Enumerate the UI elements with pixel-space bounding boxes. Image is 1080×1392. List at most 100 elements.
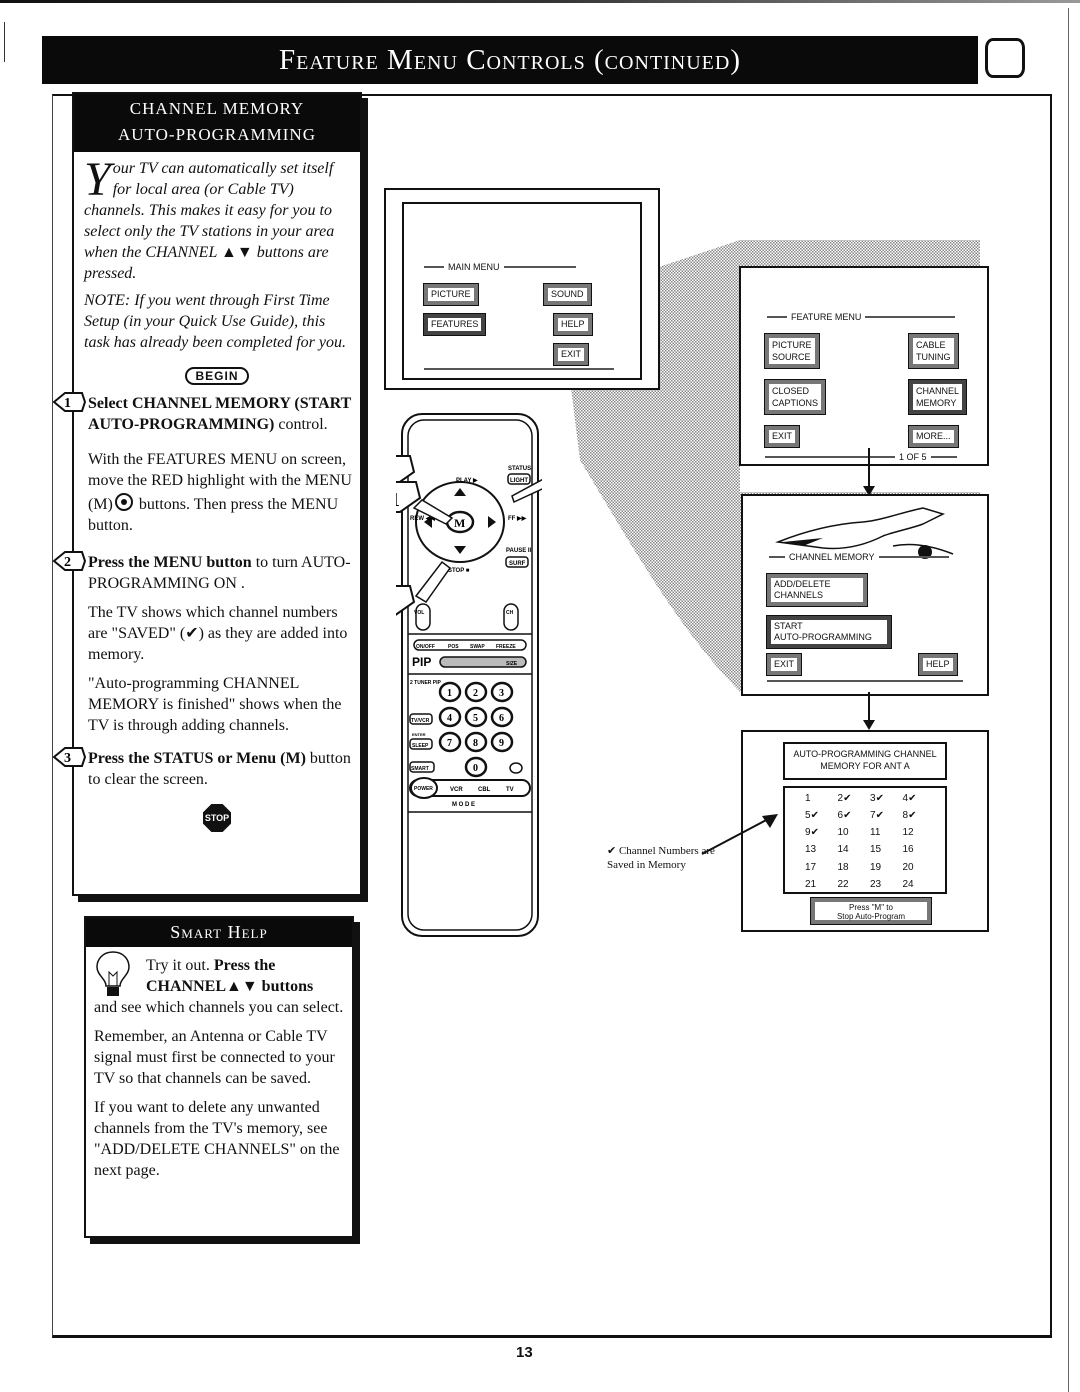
digit-label: 9: [499, 738, 504, 749]
channel-cell: 12: [902, 827, 914, 839]
smart-help-p2: Remember, an Antenna or Cable TV signal …: [94, 1028, 335, 1087]
channel-cell: 20: [902, 861, 914, 873]
svg-text:2: 2: [64, 555, 71, 570]
main-menu-title: MAIN MENU: [424, 262, 576, 272]
step-1-detail: With the FEATURES MENU on screen, move t…: [88, 451, 352, 534]
channel-cell: 16: [902, 844, 914, 856]
channel-cell: 2✔: [837, 793, 852, 804]
digit-label: 1: [447, 688, 452, 699]
svg-text:CBL: CBL: [478, 787, 491, 793]
stop-auto-program-button[interactable]: Press "M" to Stop Auto-Program: [810, 897, 932, 925]
menu-button-sound[interactable]: SOUND: [543, 283, 592, 306]
page-edge-rule: [1068, 8, 1069, 1392]
channel-grid: 1 2✔ 3✔ 4✔ 5✔ 6✔ 7✔ 8✔ 9✔ 10 11 12 13 14 15 16 17 18 19 20 2…: [783, 786, 947, 894]
step-1-rest: control.: [274, 416, 328, 433]
main-menu-screen: MAIN MENU PICTURE SOUND FEATURES HELP EX…: [384, 188, 660, 390]
channel-memory-title: CHANNEL MEMORY: [769, 552, 949, 562]
page-title-bar: Feature Menu Controls (continued): [42, 36, 978, 84]
menu-button-start-auto-programming[interactable]: START AUTO-PROGRAMMING: [766, 615, 892, 649]
menu-button-channel-memory[interactable]: CHANNEL MEMORY: [907, 379, 968, 415]
check-icon: ✔: [908, 793, 917, 804]
smart-help-heading: Smart Help: [86, 918, 352, 947]
digit-label: 0: [473, 763, 478, 774]
menu-button-exit[interactable]: EXIT: [552, 343, 590, 366]
menu-divider: [424, 368, 614, 370]
feature-menu-title: FEATURE MENU: [767, 312, 956, 322]
menu-button-picture[interactable]: PICTURE: [423, 283, 479, 306]
svg-text:STATUS: STATUS: [508, 466, 531, 472]
menu-divider: [767, 680, 963, 682]
svg-text:POS: POS: [448, 644, 459, 650]
svg-text:STOP ■: STOP ■: [448, 568, 470, 574]
channel-cell: 23: [870, 878, 882, 890]
svg-text:FREEZE: FREEZE: [496, 644, 516, 650]
channel-cell: 7✔: [870, 810, 884, 822]
page-number: 13: [516, 1344, 533, 1361]
channel-cell: 24: [902, 878, 914, 890]
digit-label: 2: [473, 688, 478, 699]
svg-text:TV/VCR: TV/VCR: [411, 718, 430, 724]
menu-button-closed-captions[interactable]: CLOSED CAPTIONS: [763, 379, 827, 415]
svg-text:SURF: SURF: [509, 561, 526, 567]
menu-button-add-delete[interactable]: ADD/DELETE CHANNELS: [766, 573, 868, 607]
svg-text:SMART: SMART: [411, 766, 429, 772]
channel-cell: 18: [837, 861, 849, 873]
channel-cell: 17: [805, 861, 817, 873]
digit-label: 4: [447, 713, 452, 724]
top-rule: [0, 0, 1080, 3]
menu-button-help[interactable]: HELP: [918, 653, 958, 676]
svg-text:1: 1: [64, 396, 71, 411]
svg-text:LIGHT: LIGHT: [510, 478, 528, 484]
setup-note: NOTE: If you went through First Time Set…: [84, 292, 347, 351]
panel-heading-line2: AUTO-PROGRAMMING: [118, 125, 316, 144]
intro-body: our TV can automatically set itself for …: [84, 160, 335, 282]
menu-button-exit[interactable]: EXIT: [765, 653, 803, 676]
step-2-detail2: "Auto-programming CHANNEL MEMORY is fini…: [88, 675, 342, 734]
svg-text:CH: CH: [506, 610, 514, 616]
check-icon: ✔: [875, 793, 884, 804]
vol-button[interactable]: [415, 603, 431, 631]
menu-button-cable-tuning[interactable]: CABLE TUNING: [908, 333, 959, 369]
tv-screen-icon: [985, 38, 1025, 78]
svg-text:PIP: PIP: [412, 655, 431, 669]
check-icon: ✔: [810, 827, 819, 839]
step-number-icon: 1: [52, 391, 87, 413]
check-icon: ✔: [908, 810, 917, 822]
channel-cell: 13: [805, 844, 817, 856]
menu-button-exit[interactable]: EXIT: [763, 425, 801, 448]
svg-text:VCR: VCR: [450, 787, 463, 793]
panel-heading: CHANNEL MEMORY AUTO-PROGRAMMING: [74, 94, 360, 152]
flow-arrow: [868, 448, 870, 490]
drop-cap: Y: [84, 153, 111, 206]
saved-channels-note: ✔ Channel Numbers are Saved in Memory: [607, 845, 715, 871]
channel-cell: 21: [805, 878, 817, 890]
step-3-heading: Press the STATUS or Menu (M): [88, 750, 306, 767]
step-3: 3 Press the STATUS or Menu (M) button to…: [52, 747, 360, 790]
menu-button-features[interactable]: FEATURES: [422, 313, 487, 336]
svg-text:PAUSE II: PAUSE II: [506, 548, 532, 554]
menu-button-help[interactable]: HELP: [553, 313, 593, 336]
menu-button-picture-source[interactable]: PICTURE SOURCE: [764, 333, 820, 369]
feature-menu-page: 1 OF 5: [765, 452, 957, 462]
digit-label: 3: [499, 688, 504, 699]
left-mark: [4, 22, 5, 62]
check-icon: ✔: [875, 810, 884, 822]
begin-badge: BEGIN: [185, 367, 249, 385]
svg-text:SLEEP: SLEEP: [412, 743, 429, 749]
svg-text:M O D E: M O D E: [452, 802, 475, 808]
menu-button-more[interactable]: MORE...: [908, 425, 959, 448]
channel-cell: 8✔: [902, 810, 917, 822]
channel-cell: 9✔: [805, 827, 819, 839]
step-number-icon: 2: [52, 550, 87, 572]
channel-cell: 6✔: [837, 810, 852, 822]
svg-text:TV: TV: [506, 787, 514, 793]
svg-text:ON/OFF: ON/OFF: [416, 644, 435, 650]
svg-text:M: M: [454, 516, 465, 530]
channel-cell: 22: [837, 878, 849, 890]
menu-direction-icon: [114, 493, 133, 511]
digit-label: 5: [473, 713, 478, 724]
svg-text:SWAP: SWAP: [470, 644, 485, 650]
step-number-icon: 3: [52, 746, 87, 768]
ch-button[interactable]: [503, 603, 519, 631]
smart-help-p3: If you want to delete any unwanted chann…: [94, 1099, 340, 1179]
